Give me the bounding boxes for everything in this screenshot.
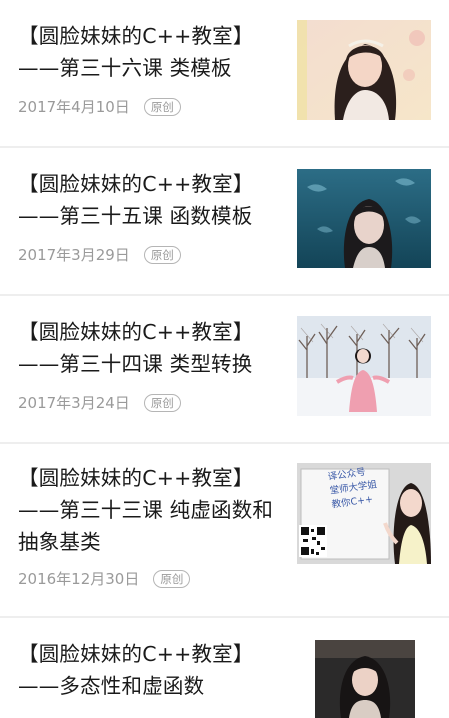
article-thumbnail[interactable] (297, 316, 431, 416)
article-meta: 2016年12月30日 原创 (18, 568, 191, 590)
list-item[interactable]: 【圆脸妹妹的C++教室】——第三十六课 类模板 2017年4月10日 原创 (0, 0, 449, 146)
original-badge: 原创 (153, 570, 191, 588)
article-date: 2017年4月10日 (18, 98, 130, 116)
article-list: 【圆脸妹妹的C++教室】——第三十六课 类模板 2017年4月10日 原创 【圆… (0, 0, 449, 718)
list-item[interactable]: 【圆脸妹妹的C++教室】——第三十三课 纯虚函数和抽象基类 2016年12月30… (0, 444, 449, 616)
article-title[interactable]: 【圆脸妹妹的C++教室】——第三十三课 纯虚函数和抽象基类 (18, 462, 290, 558)
article-thumbnail[interactable]: 译公众号 堂师大学姐 教你C++ (297, 463, 431, 564)
original-badge: 原创 (143, 246, 181, 264)
girl-aquarium-icon (297, 169, 431, 268)
list-item[interactable]: 【圆脸妹妹的C++教室】——多态性和虚函数 (0, 618, 449, 718)
article-thumbnail[interactable] (297, 169, 431, 268)
original-badge: 原创 (143, 394, 181, 412)
article-meta: 2017年4月10日 原创 (18, 96, 181, 118)
article-date: 2017年3月24日 (18, 394, 130, 412)
girl-snow-icon (297, 316, 431, 416)
article-meta: 2017年3月29日 原创 (18, 244, 181, 266)
article-date: 2017年3月29日 (18, 246, 130, 264)
article-title[interactable]: 【圆脸妹妹的C++教室】——第三十五课 函数模板 (18, 168, 290, 232)
article-thumbnail[interactable] (297, 20, 431, 120)
article-meta: 2017年3月24日 原创 (18, 392, 181, 414)
article-thumbnail[interactable] (315, 640, 415, 718)
article-title[interactable]: 【圆脸妹妹的C++教室】——第三十六课 类模板 (18, 20, 290, 84)
original-badge: 原创 (143, 98, 181, 116)
list-item[interactable]: 【圆脸妹妹的C++教室】——第三十四课 类型转换 2017年3月24日 原创 (0, 296, 449, 442)
whiteboard-text: 译公众号 堂师大学姐 教你C++ (327, 463, 394, 513)
list-item[interactable]: 【圆脸妹妹的C++教室】——第三十五课 函数模板 2017年3月29日 原创 (0, 148, 449, 294)
article-title[interactable]: 【圆脸妹妹的C++教室】——第三十四课 类型转换 (18, 316, 290, 380)
article-title[interactable]: 【圆脸妹妹的C++教室】——多态性和虚函数 (18, 638, 290, 702)
article-date: 2016年12月30日 (18, 570, 140, 588)
girl-portrait-icon (297, 20, 431, 120)
girl-portrait-dark-icon (315, 640, 415, 718)
